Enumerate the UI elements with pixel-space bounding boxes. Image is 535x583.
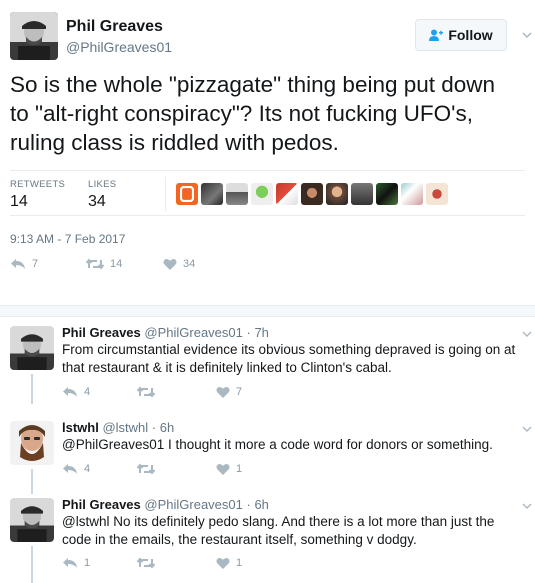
reply-button[interactable]: 1 bbox=[62, 557, 90, 569]
reply-count: 7 bbox=[32, 258, 39, 270]
like-count: 7 bbox=[236, 386, 243, 398]
reply-header: lstwhl @lstwhl · 6h bbox=[62, 420, 174, 435]
liker-avatar[interactable] bbox=[201, 183, 223, 205]
reply-time[interactable]: · 6h bbox=[247, 497, 269, 512]
tweet-text: So is the whole "pizzagate" thing being … bbox=[10, 72, 496, 155]
reply-time[interactable]: · 7h bbox=[247, 325, 269, 340]
liker-avatar[interactable] bbox=[401, 183, 423, 205]
thread-line bbox=[31, 546, 33, 583]
heart-icon bbox=[216, 463, 230, 475]
reply-count: 4 bbox=[84, 463, 91, 475]
reply-author-handle[interactable]: @lstwhl bbox=[102, 420, 148, 435]
reply-text: @PhilGreaves01 I thought it more a code … bbox=[62, 437, 493, 452]
like-count: 1 bbox=[236, 557, 243, 569]
reply-tweet: lstwhl @lstwhl · 6h @PhilGreaves01 I tho… bbox=[0, 414, 535, 494]
avatar[interactable] bbox=[10, 12, 58, 60]
avatar[interactable] bbox=[10, 326, 54, 370]
like-button[interactable]: 1 bbox=[216, 463, 242, 475]
retweet-count: 14 bbox=[110, 258, 123, 270]
chevron-down-icon[interactable] bbox=[522, 330, 532, 338]
retweets-label: RETWEETS bbox=[10, 179, 66, 190]
reply-author-name[interactable]: lstwhl bbox=[62, 420, 99, 435]
retweet-icon bbox=[137, 557, 155, 569]
reply-author-name[interactable]: Phil Greaves bbox=[62, 325, 141, 340]
reply-tweet: Phil Greaves @PhilGreaves01 · 6h @lstwhl… bbox=[0, 490, 535, 583]
author-handle[interactable]: @PhilGreaves01 bbox=[66, 39, 172, 55]
reply-icon bbox=[63, 387, 77, 397]
retweet-button[interactable] bbox=[137, 463, 161, 475]
like-button[interactable]: 1 bbox=[216, 557, 242, 569]
reply-count: 4 bbox=[84, 386, 91, 398]
likes-value: 34 bbox=[88, 193, 106, 210]
reply-button[interactable]: 4 bbox=[62, 386, 90, 398]
like-button[interactable]: 7 bbox=[216, 386, 242, 398]
likes-label: LIKES bbox=[88, 179, 117, 190]
reply-author-name[interactable]: Phil Greaves bbox=[62, 497, 141, 512]
retweet-button[interactable]: 14 bbox=[86, 258, 122, 270]
retweet-button[interactable] bbox=[137, 386, 161, 398]
reply-count: 1 bbox=[84, 557, 91, 569]
retweet-icon bbox=[137, 463, 155, 475]
liker-avatar[interactable] bbox=[301, 183, 323, 205]
chevron-down-icon[interactable] bbox=[522, 502, 532, 510]
liker-avatar[interactable] bbox=[351, 183, 373, 205]
liker-avatar[interactable] bbox=[176, 183, 198, 205]
heart-icon bbox=[163, 258, 177, 270]
avatar[interactable] bbox=[10, 421, 54, 465]
reply-author-handle[interactable]: @PhilGreaves01 bbox=[144, 497, 242, 512]
liker-avatars bbox=[176, 183, 448, 205]
reply-icon bbox=[11, 259, 25, 269]
thread-line bbox=[31, 374, 33, 404]
heart-icon bbox=[216, 557, 230, 569]
liker-avatar[interactable] bbox=[251, 183, 273, 205]
reply-button[interactable]: 7 bbox=[10, 258, 38, 270]
follow-button[interactable]: Follow bbox=[415, 19, 507, 51]
retweets-stat[interactable]: RETWEETS 14 bbox=[10, 179, 65, 211]
author-name[interactable]: Phil Greaves bbox=[66, 18, 163, 36]
heart-icon bbox=[216, 386, 230, 398]
reply-time[interactable]: · 6h bbox=[152, 420, 174, 435]
like-button[interactable]: 34 bbox=[163, 258, 195, 270]
liker-avatar[interactable] bbox=[226, 183, 248, 205]
liker-avatar[interactable] bbox=[276, 183, 298, 205]
chevron-down-icon[interactable] bbox=[522, 425, 532, 433]
tweet-stats: RETWEETS 14 LIKES 34 bbox=[10, 170, 525, 216]
main-tweet: Phil Greaves @PhilGreaves01 Follow So is… bbox=[0, 0, 535, 305]
tweet-timestamp[interactable]: 9:13 AM - 7 Feb 2017 bbox=[10, 232, 125, 246]
follow-person-icon bbox=[429, 29, 444, 41]
reply-header: Phil Greaves @PhilGreaves01 · 6h bbox=[62, 497, 269, 512]
like-count: 1 bbox=[236, 463, 243, 475]
reply-header: Phil Greaves @PhilGreaves01 · 7h bbox=[62, 325, 269, 340]
likes-stat[interactable]: LIKES 34 bbox=[88, 179, 116, 211]
reply-text: @lstwhl No its definitely pedo slang. An… bbox=[62, 514, 495, 547]
reply-icon bbox=[63, 464, 77, 474]
retweet-icon bbox=[86, 258, 104, 270]
reply-author-handle[interactable]: @PhilGreaves01 bbox=[144, 325, 242, 340]
retweet-icon bbox=[137, 386, 155, 398]
replies-divider bbox=[0, 305, 535, 317]
reply-tweet: Phil Greaves @PhilGreaves01 · 7h From ci… bbox=[0, 318, 535, 404]
liker-avatar[interactable] bbox=[426, 183, 448, 205]
follow-label: Follow bbox=[448, 27, 493, 43]
stats-divider bbox=[165, 177, 166, 211]
avatar[interactable] bbox=[10, 498, 54, 542]
liker-avatar[interactable] bbox=[326, 183, 348, 205]
reply-icon bbox=[63, 558, 77, 568]
reply-text: From circumstantial evidence its obvious… bbox=[62, 342, 516, 375]
liker-avatar[interactable] bbox=[376, 183, 398, 205]
chevron-down-icon[interactable] bbox=[522, 30, 532, 40]
like-count: 34 bbox=[183, 258, 196, 270]
reply-button[interactable]: 4 bbox=[62, 463, 90, 475]
retweets-value: 14 bbox=[10, 193, 28, 210]
retweet-button[interactable] bbox=[137, 557, 161, 569]
